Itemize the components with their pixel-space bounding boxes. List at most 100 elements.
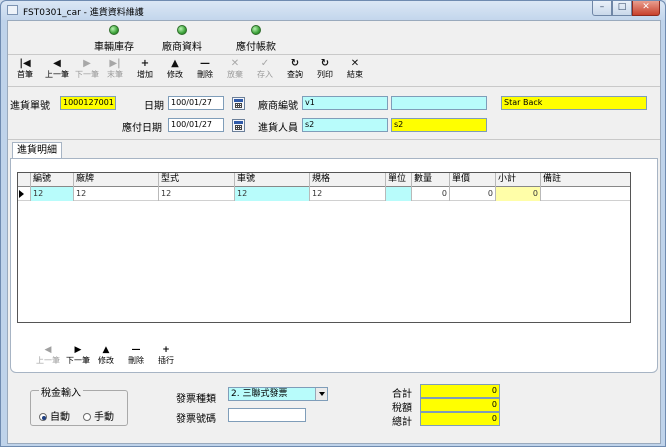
tax-manual-radio[interactable]: 手動 bbox=[83, 408, 114, 423]
save-button[interactable]: ✓ 存入 bbox=[252, 58, 278, 80]
vendor-no-field[interactable]: v1 bbox=[302, 96, 388, 110]
next-record-button[interactable]: ▶ 下一筆 bbox=[72, 58, 102, 80]
cell-quantity[interactable]: 0 bbox=[412, 187, 450, 201]
plus-icon: + bbox=[162, 345, 170, 355]
column-header[interactable]: 單位 bbox=[386, 173, 412, 187]
tax-auto-radio[interactable]: 自動 bbox=[39, 408, 70, 423]
detail-grid: 編號 廠牌 型式 車號 規格 單位 數量 單價 小計 備註 12 12 12 1… bbox=[17, 172, 631, 323]
subtotal-label: 合計 bbox=[392, 389, 412, 400]
detail-insert-button[interactable]: + 插行 bbox=[151, 345, 181, 366]
detail-prev-button[interactable]: ◀ 上一筆 bbox=[33, 345, 63, 366]
calendar-icon[interactable] bbox=[232, 119, 245, 132]
module-vendor-data-button[interactable]: 廠商資料 bbox=[162, 25, 202, 53]
cell-model[interactable]: 12 bbox=[159, 187, 235, 201]
detail-next-button[interactable]: ▶ 下一筆 bbox=[63, 345, 93, 366]
cell-unit-price[interactable]: 0 bbox=[450, 187, 496, 201]
cell-brand[interactable]: 12 bbox=[74, 187, 159, 201]
delete-button[interactable]: — 刪除 bbox=[192, 58, 218, 80]
print-icon: ↻ bbox=[320, 58, 330, 69]
window-title: FST0301_car - 進貨資料維護 bbox=[23, 8, 144, 18]
add-button[interactable]: + 增加 bbox=[132, 58, 158, 80]
module-nav: 車輛庫存 廠商資料 應付帳款 bbox=[8, 21, 660, 53]
exit-button[interactable]: ✕ 結束 bbox=[342, 58, 368, 80]
buyer-label: 進貨人員 bbox=[258, 123, 298, 134]
vendor-extra-field[interactable] bbox=[391, 96, 487, 110]
last-record-button[interactable]: ▶| 末筆 bbox=[102, 58, 128, 80]
tool-label: 上一筆 bbox=[45, 70, 69, 79]
detail-edit-button[interactable]: ▲ 修改 bbox=[91, 345, 121, 366]
column-header[interactable]: 規格 bbox=[310, 173, 386, 187]
calendar-icon[interactable] bbox=[232, 97, 245, 110]
table-row[interactable]: 12 12 12 12 12 0 0 0 bbox=[18, 187, 630, 201]
cell-plate-no[interactable]: 12 bbox=[235, 187, 310, 201]
x-icon: ✕ bbox=[350, 58, 360, 69]
tool-label: 列印 bbox=[317, 70, 333, 79]
invoice-no-field[interactable] bbox=[228, 408, 306, 422]
column-header[interactable]: 編號 bbox=[31, 173, 74, 187]
query-button[interactable]: ↻ 查詢 bbox=[282, 58, 308, 80]
triangle-up-icon: ▲ bbox=[171, 58, 179, 69]
triangle-up-icon: ▲ bbox=[102, 345, 110, 355]
cell-unit[interactable] bbox=[386, 187, 412, 201]
first-icon: |◀ bbox=[19, 58, 31, 69]
minus-icon: — bbox=[200, 58, 210, 69]
prev-record-button[interactable]: ◀ 上一筆 bbox=[42, 58, 72, 80]
due-date-field[interactable]: 100/01/27 bbox=[168, 118, 224, 132]
column-header[interactable]: 廠牌 bbox=[74, 173, 159, 187]
green-orb-icon bbox=[109, 25, 119, 35]
radio-empty-icon bbox=[83, 413, 91, 421]
close-button[interactable]: ✕ bbox=[632, 1, 660, 16]
cell-spec[interactable]: 12 bbox=[310, 187, 386, 201]
tool-label: 刪除 bbox=[197, 70, 213, 79]
tab-purchase-detail[interactable]: 進貨明細 bbox=[12, 142, 62, 159]
app-icon bbox=[7, 5, 18, 15]
column-header[interactable]: 車號 bbox=[235, 173, 310, 187]
divider bbox=[8, 54, 660, 55]
prev-icon: ◀ bbox=[53, 58, 61, 69]
maximize-button[interactable]: □ bbox=[612, 1, 632, 16]
x-icon: ✕ bbox=[230, 58, 240, 69]
vendor-name-field: Star Back bbox=[501, 96, 647, 110]
column-header[interactable]: 數量 bbox=[412, 173, 450, 187]
invoice-type-select[interactable]: 2. 三聯式發票 bbox=[228, 387, 328, 401]
due-date-label: 應付日期 bbox=[122, 123, 162, 134]
tool-label: 上一筆 bbox=[36, 356, 60, 365]
dropdown-arrow-icon[interactable] bbox=[315, 388, 327, 400]
module-payables-button[interactable]: 應付帳款 bbox=[236, 25, 276, 53]
row-indicator[interactable] bbox=[18, 187, 31, 201]
purchase-no-label: 進貨單號 bbox=[10, 101, 50, 112]
module-label: 車輛庫存 bbox=[94, 42, 134, 53]
column-header[interactable]: 備註 bbox=[541, 173, 630, 187]
minimize-button[interactable]: – bbox=[592, 1, 612, 16]
check-icon: ✓ bbox=[260, 58, 270, 69]
column-header[interactable]: 單價 bbox=[450, 173, 496, 187]
total-field: 0 bbox=[420, 412, 500, 426]
cell-item-no[interactable]: 12 bbox=[31, 187, 74, 201]
first-record-button[interactable]: |◀ 首筆 bbox=[12, 58, 38, 80]
buyer-code-field[interactable]: s2 bbox=[302, 118, 388, 132]
tool-label: 結束 bbox=[347, 70, 363, 79]
print-button[interactable]: ↻ 列印 bbox=[312, 58, 338, 80]
module-vehicle-stock-button[interactable]: 車輛庫存 bbox=[94, 25, 134, 53]
purchase-no-field[interactable]: 1000127001 bbox=[60, 96, 116, 110]
tool-label: 刪除 bbox=[128, 356, 144, 365]
tax-amount-field[interactable]: 0 bbox=[420, 398, 500, 412]
date-field[interactable]: 100/01/27 bbox=[168, 96, 224, 110]
client-area: 車輛庫存 廠商資料 應付帳款 |◀ 首筆 ◀ 上一筆 ▶ 下一筆 ▶| 末筆 + 增加 ▲… bbox=[7, 20, 661, 444]
select-value: 2. 三聯式發票 bbox=[231, 389, 288, 399]
cancel-button[interactable]: ✕ 放棄 bbox=[222, 58, 248, 80]
subtotal-field: 0 bbox=[420, 384, 500, 398]
column-header[interactable]: 小計 bbox=[496, 173, 541, 187]
cell-remark[interactable] bbox=[541, 187, 630, 201]
total-label: 總計 bbox=[392, 417, 412, 428]
last-icon: ▶| bbox=[109, 58, 121, 69]
tax-input-label: 稅金輸入 bbox=[39, 384, 83, 399]
module-label: 廠商資料 bbox=[162, 42, 202, 53]
tax-input-group: 稅金輸入 自動 手動 bbox=[30, 384, 128, 426]
grid-header-row: 編號 廠牌 型式 車號 規格 單位 數量 單價 小計 備註 bbox=[18, 173, 630, 187]
edit-button[interactable]: ▲ 修改 bbox=[162, 58, 188, 80]
detail-delete-button[interactable]: — 刪除 bbox=[121, 345, 151, 366]
tax-amount-label: 稅額 bbox=[392, 403, 412, 414]
column-header[interactable]: 型式 bbox=[159, 173, 235, 187]
tool-label: 增加 bbox=[137, 70, 153, 79]
